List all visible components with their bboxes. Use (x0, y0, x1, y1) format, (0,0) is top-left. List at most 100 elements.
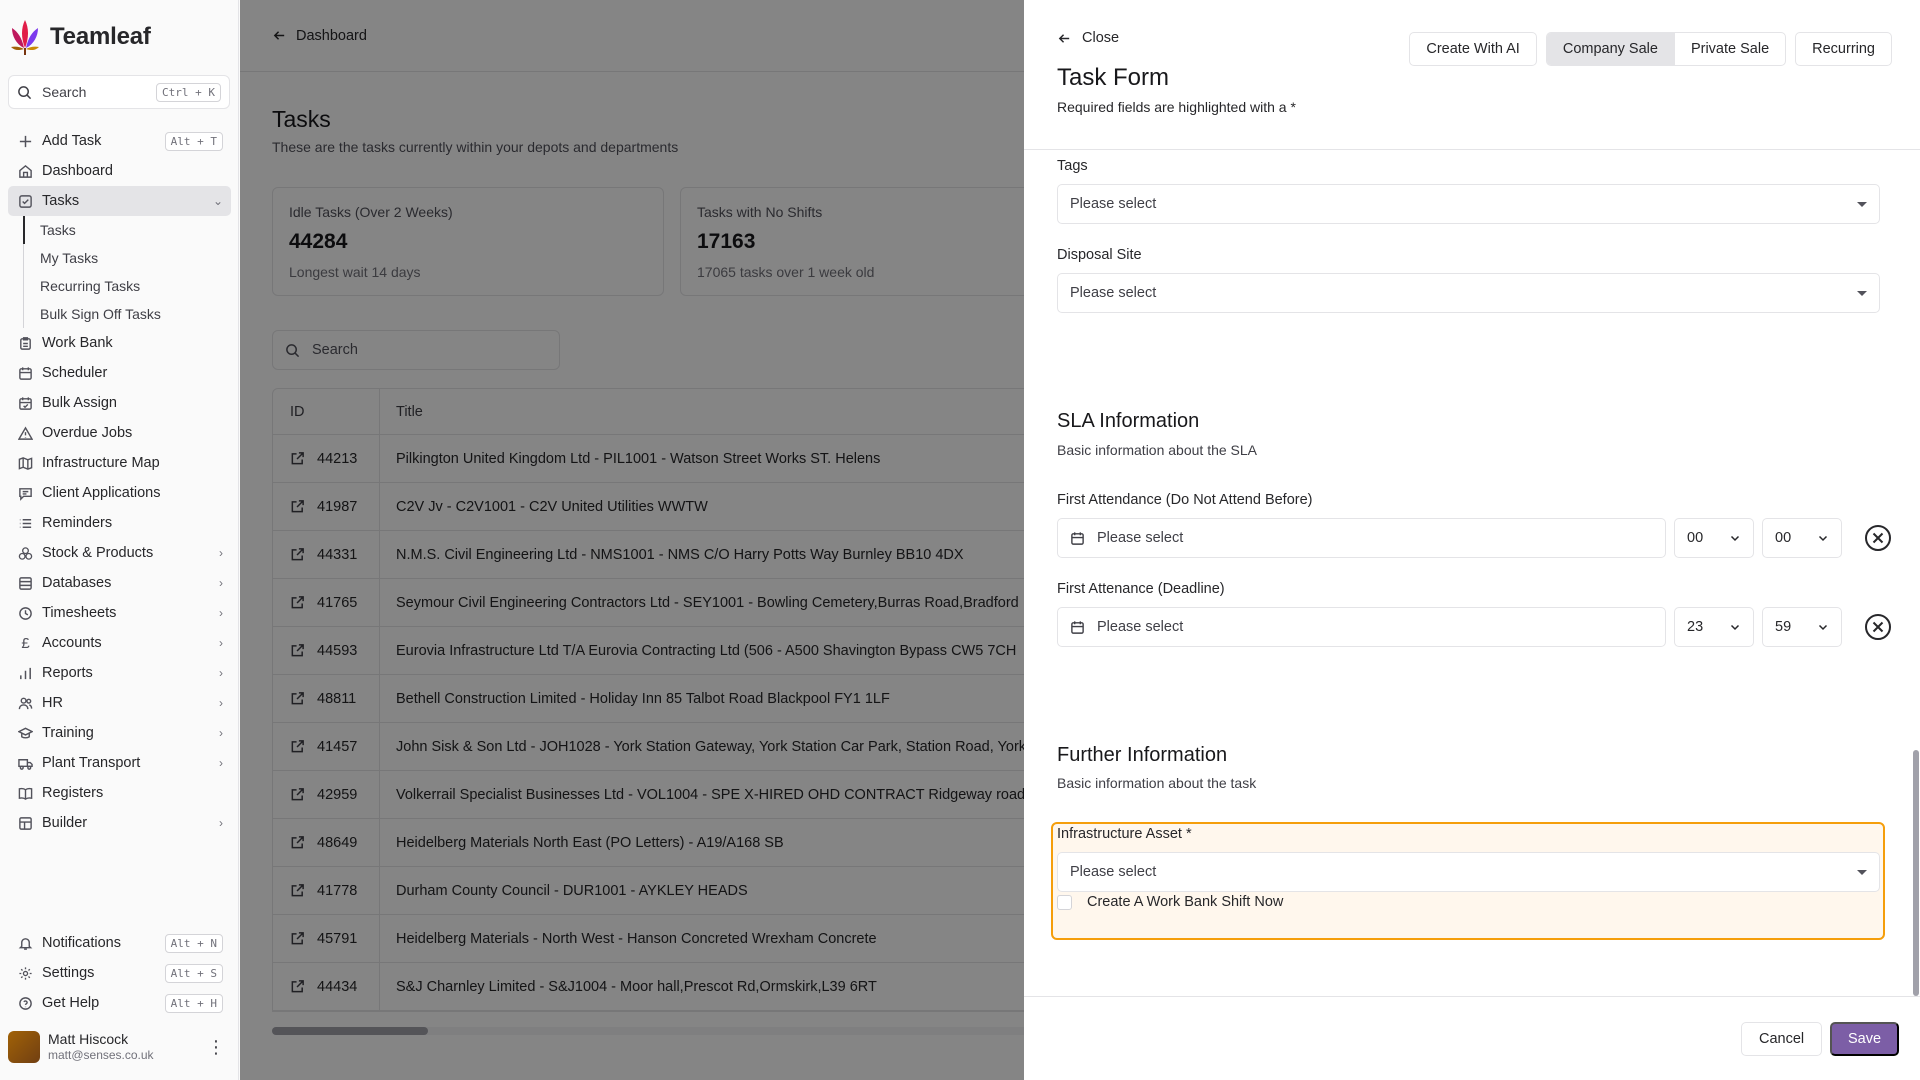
bar-chart-icon (18, 666, 33, 681)
vertical-scrollbar[interactable] (1912, 150, 1920, 996)
sidebar-item-training[interactable]: Training › (8, 718, 231, 748)
more-vertical-icon[interactable]: ⋮ (201, 1037, 231, 1058)
work-bank-shift-label: Create A Work Bank Shift Now (1087, 894, 1284, 910)
minute-value: 59 (1775, 619, 1792, 635)
tasks-submenu: Tasks My Tasks Recurring Tasks Bulk Sign… (23, 216, 231, 328)
private-sale-toggle[interactable]: Private Sale (1675, 33, 1785, 65)
tags-select[interactable]: Please select (1057, 184, 1880, 224)
disposal-site-select[interactable]: Please select (1057, 273, 1880, 313)
sidebar-item-label: Notifications (42, 935, 121, 951)
sidebar-item-dashboard[interactable]: Dashboard (8, 156, 231, 186)
save-button[interactable]: Save (1830, 1022, 1900, 1056)
submenu-item-bulk-sign-off[interactable]: Bulk Sign Off Tasks (24, 300, 231, 328)
minute-value: 00 (1775, 530, 1792, 546)
sidebar-item-reminders[interactable]: Reminders (8, 508, 231, 538)
caret-down-icon (1857, 290, 1867, 296)
clear-circle-icon[interactable] (1864, 613, 1892, 641)
clock-icon (18, 606, 33, 621)
sidebar-item-add-task[interactable]: Add Task Alt + T (8, 126, 231, 156)
task-form-drawer: Close Task Form Required fields are high… (1024, 0, 1920, 1080)
work-bank-shift-checkbox[interactable] (1057, 894, 1072, 910)
sidebar-item-tasks[interactable]: Tasks ⌄ (8, 186, 231, 216)
submenu-item-tasks[interactable]: Tasks (23, 216, 231, 244)
plus-icon (18, 134, 33, 149)
chevron-right-icon[interactable]: › (219, 756, 223, 770)
form-title: Task Form (1057, 64, 1170, 91)
sidebar-item-bulk-assign[interactable]: Bulk Assign (8, 388, 231, 418)
sidebar-item-get-help[interactable]: Get Help Alt + H (8, 988, 231, 1018)
caret-down-icon (1857, 201, 1867, 207)
users-icon (18, 696, 33, 711)
deadline-hour-select[interactable]: 23 (1674, 607, 1754, 647)
create-with-ai-button[interactable]: Create With AI (1409, 32, 1537, 66)
sidebar-item-accounts[interactable]: £ Accounts › (8, 628, 231, 658)
infrastructure-asset-select[interactable]: Please select (1057, 852, 1880, 892)
sidebar-item-infrastructure-map[interactable]: Infrastructure Map (8, 448, 231, 478)
sidebar-item-label: Tasks (42, 193, 80, 209)
first-attendance-date-input[interactable]: Please select (1057, 518, 1666, 558)
deadline-date-input[interactable]: Please select (1057, 607, 1666, 647)
chevron-down-icon[interactable]: ⌄ (213, 194, 223, 208)
calendar-icon (1071, 531, 1084, 545)
submenu-item-recurring-tasks[interactable]: Recurring Tasks (24, 272, 231, 300)
sidebar-bottom-nav: Notifications Alt + N Settings Alt + S G… (8, 928, 231, 1018)
sidebar-item-client-applications[interactable]: Client Applications (8, 478, 231, 508)
sidebar-item-builder[interactable]: Builder › (8, 808, 231, 838)
first-attendance-hour-select[interactable]: 00 (1674, 518, 1754, 558)
chevron-right-icon[interactable]: › (219, 636, 223, 650)
select-placeholder: Please select (1070, 864, 1157, 880)
hour-value: 00 (1687, 530, 1704, 546)
recurring-button[interactable]: Recurring (1795, 32, 1892, 66)
user-email: matt@senses.co.uk (48, 1048, 154, 1063)
sidebar-item-plant-transport[interactable]: Plant Transport › (8, 748, 231, 778)
arrow-left-icon (1058, 33, 1070, 43)
brand[interactable]: Teamleaf (10, 18, 151, 56)
chevron-right-icon[interactable]: › (219, 576, 223, 590)
sidebar-item-label: Settings (42, 965, 95, 981)
clear-circle-icon[interactable] (1864, 524, 1892, 552)
disposal-site-label: Disposal Site (1057, 247, 1142, 263)
company-sale-toggle[interactable]: Company Sale (1546, 33, 1675, 65)
further-section-title: Further Information (1057, 744, 1228, 766)
clipboard-icon (18, 336, 33, 351)
scrollbar-thumb[interactable] (1913, 750, 1919, 996)
sidebar-item-databases[interactable]: Databases › (8, 568, 231, 598)
chevron-right-icon[interactable]: › (219, 606, 223, 620)
sidebar-item-notifications[interactable]: Notifications Alt + N (8, 928, 231, 958)
chevron-right-icon[interactable]: › (219, 696, 223, 710)
list-icon (18, 516, 33, 531)
sidebar-item-overdue-jobs[interactable]: Overdue Jobs (8, 418, 231, 448)
chevron-right-icon[interactable]: › (219, 546, 223, 560)
sidebar-item-stock-products[interactable]: Stock & Products › (8, 538, 231, 568)
close-button[interactable]: Close (1057, 30, 1119, 46)
submenu-item-my-tasks[interactable]: My Tasks (24, 244, 231, 272)
first-attendance-minute-select[interactable]: 00 (1762, 518, 1842, 558)
sidebar-item-label: Reports (42, 665, 93, 681)
sidebar-item-reports[interactable]: Reports › (8, 658, 231, 688)
calendar-icon (1071, 620, 1084, 634)
sidebar-item-timesheets[interactable]: Timesheets › (8, 598, 231, 628)
sidebar-search[interactable]: Search Ctrl + K (8, 75, 230, 109)
drawer-header: Close Task Form Required fields are high… (1024, 0, 1920, 150)
sidebar-item-label: Accounts (42, 635, 102, 651)
sidebar-item-hr[interactable]: HR › (8, 688, 231, 718)
add-task-shortcut: Alt + T (164, 131, 223, 151)
settings-shortcut: Alt + S (164, 963, 223, 983)
work-bank-shift-option[interactable]: Create A Work Bank Shift Now (1057, 894, 1283, 910)
sidebar: Teamleaf Search Ctrl + K Add Task Alt + … (0, 0, 239, 1080)
pound-icon: £ (21, 634, 30, 652)
sidebar-item-scheduler[interactable]: Scheduler (8, 358, 231, 388)
form-body: Tags Please select Disposal Site Please … (1024, 150, 1920, 996)
chevron-right-icon[interactable]: › (219, 726, 223, 740)
sidebar-item-label: Overdue Jobs (42, 425, 133, 441)
chevron-right-icon[interactable]: › (219, 816, 223, 830)
user-profile[interactable]: Matt Hiscock matt@senses.co.uk ⋮ (8, 1031, 231, 1063)
sidebar-item-settings[interactable]: Settings Alt + S (8, 958, 231, 988)
sidebar-item-label: Scheduler (42, 365, 108, 381)
sidebar-item-work-bank[interactable]: Work Bank (8, 328, 231, 358)
sidebar-item-label: Training (42, 725, 94, 741)
chevron-right-icon[interactable]: › (219, 666, 223, 680)
cancel-button[interactable]: Cancel (1741, 1022, 1823, 1056)
deadline-minute-select[interactable]: 59 (1762, 607, 1842, 647)
sidebar-item-registers[interactable]: Registers (8, 778, 231, 808)
